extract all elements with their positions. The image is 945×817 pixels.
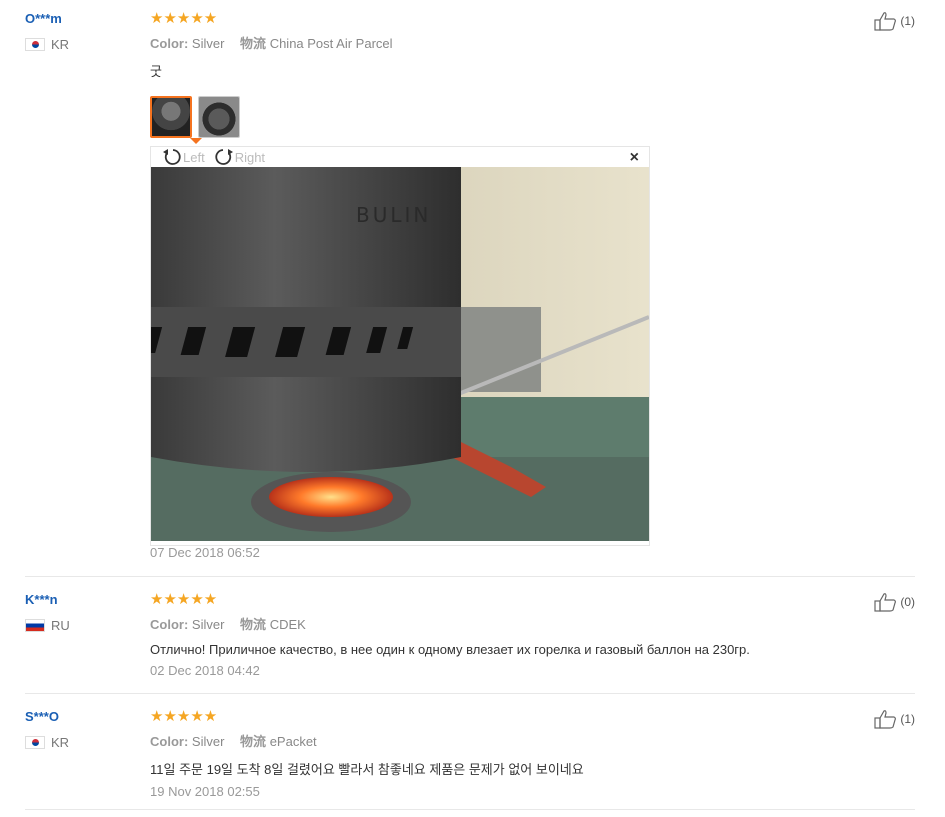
country-code: KR	[51, 37, 70, 52]
rotate-right-icon	[215, 149, 233, 165]
thumbs-up-icon	[874, 710, 897, 729]
shipping-value: China Post Air Parcel	[269, 36, 393, 51]
photo-viewer: Left Right × BULIN	[150, 146, 650, 546]
active-thumb-pointer	[190, 138, 202, 144]
shipping-label: 物流	[240, 734, 267, 749]
review-date: 02 Dec 2018 04:42	[150, 663, 260, 678]
review-item: O***m KR ★★★★★ Color: Silver 物流 China Po…	[25, 11, 915, 577]
country-code: RU	[51, 618, 70, 633]
review-date: 07 Dec 2018 06:52	[150, 545, 260, 560]
close-icon[interactable]: ×	[630, 149, 639, 167]
review-text: Отлично! Приличное качество, в нее один …	[150, 642, 750, 657]
color-label: Color:	[150, 734, 189, 749]
star-rating: ★★★★★	[150, 591, 218, 608]
photo-brand-text: BULIN	[356, 203, 431, 227]
divider	[25, 693, 915, 694]
thumbs-up-icon	[874, 593, 897, 612]
helpful-button[interactable]: (1)	[874, 709, 915, 729]
color-value: Silver	[191, 734, 225, 749]
ru-flag-icon	[25, 619, 45, 632]
review-photo-thumbnails	[150, 96, 240, 138]
shipping-value: ePacket	[269, 734, 317, 749]
shipping-label: 物流	[240, 617, 267, 632]
reviewer-name[interactable]: S***O	[25, 709, 59, 724]
review-body: ★★★★★ Color: Silver 物流 CDEK Отлично! При…	[150, 591, 850, 679]
color-label: Color:	[150, 617, 189, 632]
rotate-right-button[interactable]: Right	[213, 147, 265, 167]
reviewer-country: KR	[25, 37, 69, 52]
country-code: KR	[51, 735, 70, 750]
review-body: ★★★★★ Color: Silver 物流 China Post Air Pa…	[150, 11, 850, 80]
color-value: Silver	[191, 617, 225, 632]
review-meta: Color: Silver 物流 CDEK	[150, 614, 850, 633]
review-photo: BULIN	[151, 167, 649, 541]
star-rating: ★★★★★	[150, 10, 218, 27]
reviewer-country: KR	[25, 735, 69, 750]
review-date: 19 Nov 2018 02:55	[150, 784, 260, 799]
review-item: K***n RU ★★★★★ Color: Silver 物流 CDEK Отл…	[25, 592, 915, 694]
review-body: ★★★★★ Color: Silver 物流 ePacket 11일 주문 19…	[150, 708, 850, 800]
rotate-right-label: Right	[234, 149, 266, 165]
rotate-left-icon	[163, 149, 181, 165]
viewer-toolbar: Left Right	[151, 147, 649, 167]
reviewer-country: RU	[25, 618, 70, 633]
reviewer-name[interactable]: O***m	[25, 11, 62, 26]
divider	[25, 576, 915, 577]
star-rating: ★★★★★	[150, 708, 218, 725]
shipping-value: CDEK	[269, 617, 306, 632]
color-label: Color:	[150, 36, 189, 51]
review-item: S***O KR ★★★★★ Color: Silver 物流 ePacket …	[25, 709, 915, 811]
review-text: 11일 주문 19일 도착 8일 걸렸어요 빨라서 참좋네요 제품은 문제가 없…	[150, 762, 584, 777]
helpful-button[interactable]: (1)	[874, 11, 915, 31]
kr-flag-icon	[25, 38, 45, 51]
photo-thumbnail[interactable]	[150, 96, 192, 138]
photo-thumbnail[interactable]	[198, 96, 240, 138]
review-meta: Color: Silver 物流 ePacket	[150, 731, 850, 750]
rotate-left-button[interactable]: Left	[161, 147, 205, 167]
helpful-count: (1)	[900, 712, 915, 726]
helpful-count: (1)	[900, 14, 915, 28]
divider	[25, 809, 915, 810]
review-text: 굿	[150, 64, 162, 79]
kr-flag-icon	[25, 736, 45, 749]
thumbs-up-icon	[874, 12, 897, 31]
reviewer-name[interactable]: K***n	[25, 592, 58, 607]
photo-image: BULIN	[151, 167, 649, 541]
color-value: Silver	[191, 36, 225, 51]
rotate-left-label: Left	[183, 149, 205, 165]
review-meta: Color: Silver 物流 China Post Air Parcel	[150, 33, 850, 52]
helpful-button[interactable]: (0)	[874, 592, 915, 612]
shipping-label: 物流	[240, 36, 267, 51]
helpful-count: (0)	[900, 595, 915, 609]
